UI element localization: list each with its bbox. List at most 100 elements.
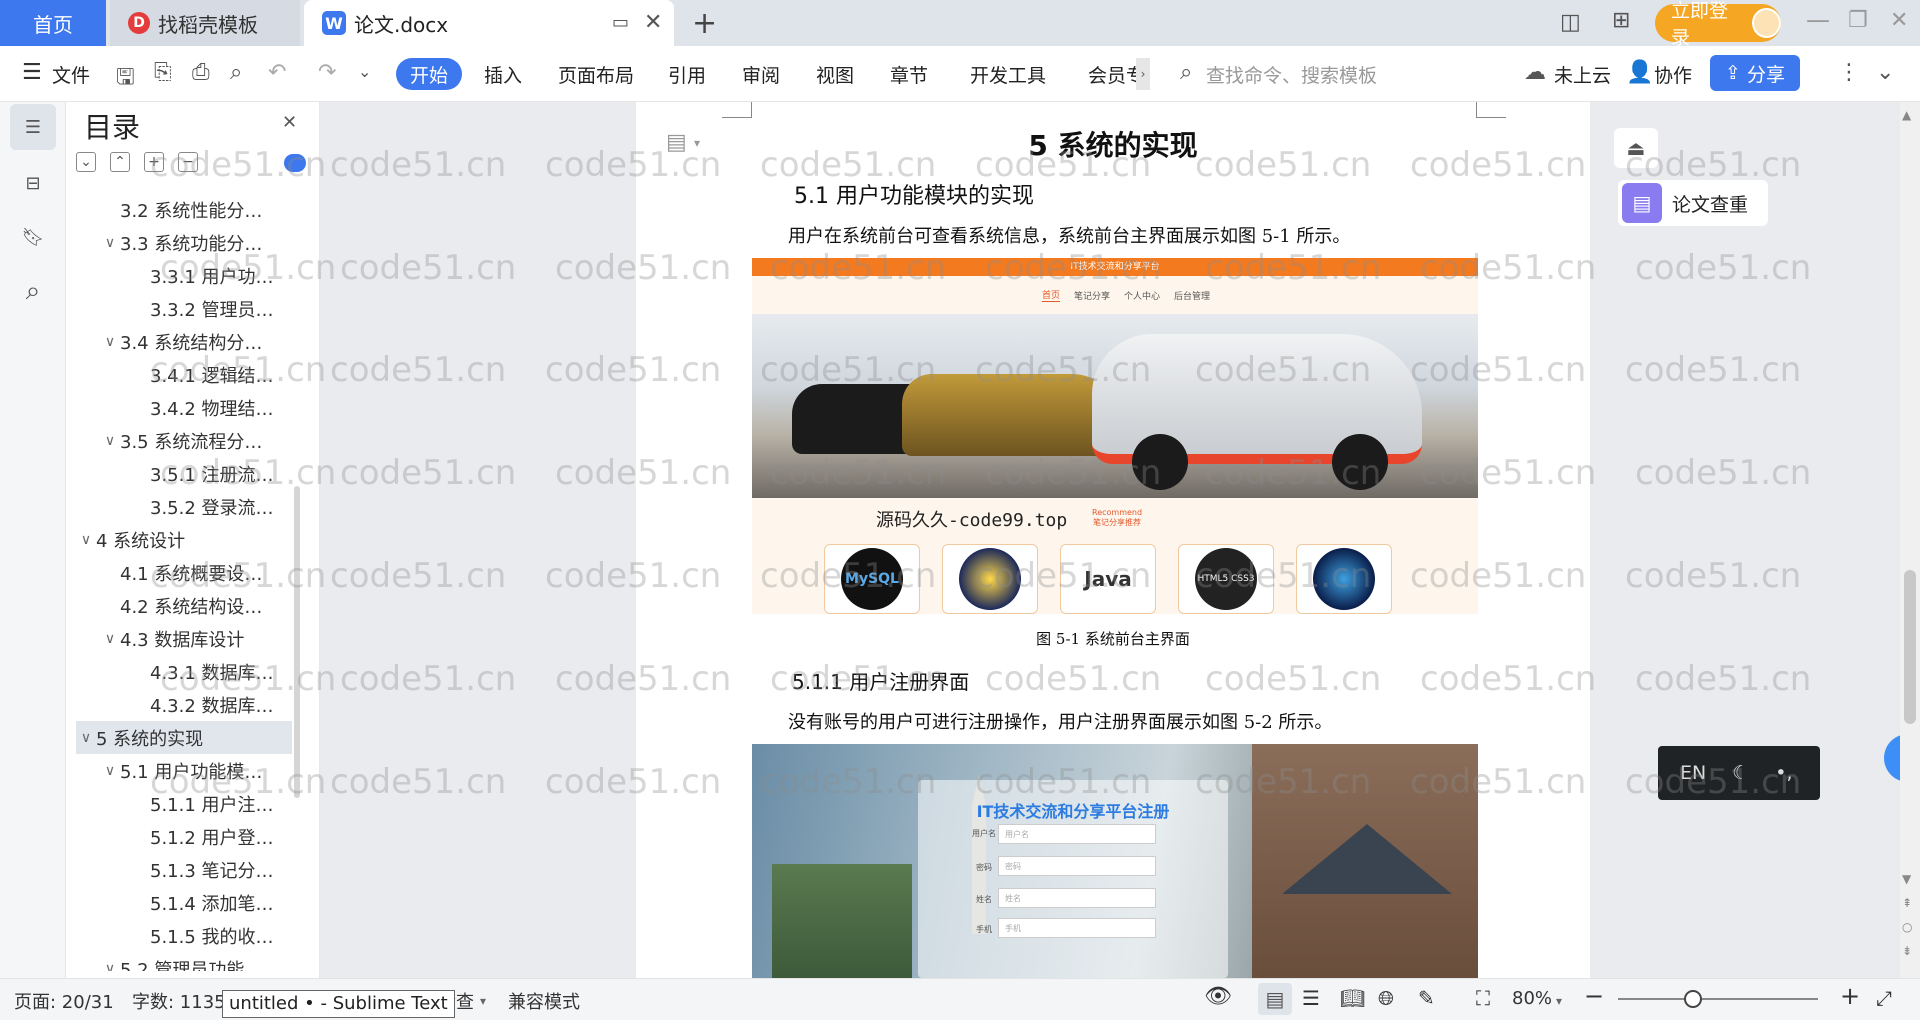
collapse-ribbon-icon[interactable]: ⌄ <box>1876 60 1894 85</box>
chevron-down-icon[interactable]: ∨ <box>100 433 120 449</box>
toc-item[interactable]: 4.3.1 数据库… <box>76 655 292 688</box>
toc-item[interactable]: 4.3.2 数据库… <box>76 688 292 721</box>
ime-toolbar[interactable]: EN ☾ •, <box>1658 746 1820 800</box>
chapter-nav-icon[interactable]: ⊟ <box>10 160 56 206</box>
find-icon[interactable]: ⌕ <box>10 268 56 314</box>
zoom-slider[interactable] <box>1618 998 1818 1000</box>
share-button[interactable]: ⇪ 分享 <box>1710 55 1800 91</box>
select-browse-icon[interactable]: ○ <box>1902 920 1912 934</box>
outline-view-icon[interactable]: ☰ <box>1302 986 1320 1010</box>
toc-item[interactable]: 3.2 系统性能分… <box>76 193 292 226</box>
chevron-down-icon[interactable]: ∨ <box>100 961 120 972</box>
status-check-dropdown-icon[interactable]: ▾ <box>480 994 486 1008</box>
toc-item[interactable]: 4.2 系统结构设… <box>76 589 292 622</box>
toc-item[interactable]: ∨ 3.3 系统功能分… <box>76 226 292 259</box>
toc-item[interactable]: 5.1.5 我的收… <box>76 919 292 952</box>
moon-icon[interactable]: ☾ <box>1732 762 1749 784</box>
close-tab-icon[interactable]: ✕ <box>644 10 662 35</box>
ai-assistant-icon[interactable] <box>284 154 306 172</box>
write-mode-icon[interactable]: ✎ <box>1418 986 1435 1010</box>
toc-scrollbar[interactable] <box>294 486 300 798</box>
toc-item[interactable]: 4.1 系统概要设… <box>76 556 292 589</box>
ime-lang[interactable]: EN <box>1680 762 1706 784</box>
tab-template[interactable]: D 找稻壳模板 <box>110 0 300 46</box>
bookmark-icon[interactable]: 🔖︎ <box>10 214 56 260</box>
print-preview-icon[interactable]: ⌕ <box>230 60 242 85</box>
toc-item[interactable]: 3.3.2 管理员… <box>76 292 292 325</box>
eject-icon[interactable]: ⏏ <box>1614 128 1658 168</box>
read-mode-icon[interactable]: 📖︎ <box>1340 986 1365 1010</box>
menu-more-icon[interactable]: › <box>1136 58 1150 90</box>
zoom-slider-thumb[interactable] <box>1684 990 1702 1008</box>
status-page[interactable]: 页面: 20/31 <box>14 988 114 1014</box>
toc-item[interactable]: ∨ 4.3 数据库设计 <box>76 622 292 655</box>
more-options-icon[interactable]: ⋮ <box>1838 60 1860 85</box>
doc-scrollbar[interactable]: ▲ ▼ ⇞ ○ ⇟ <box>1900 102 1920 978</box>
command-search-input[interactable]: 查找命令、搜索模板 <box>1206 58 1377 90</box>
close-window-icon[interactable]: ✕ <box>1890 8 1908 33</box>
save-icon[interactable]: 🖫 <box>116 60 135 98</box>
new-tab-icon[interactable]: + <box>692 6 717 41</box>
menu-view[interactable]: 视图 <box>816 58 854 90</box>
toc-item[interactable]: 5.1.4 添加笔… <box>76 886 292 919</box>
toc-close-icon[interactable]: ✕ <box>282 112 297 133</box>
menu-chapter[interactable]: 章节 <box>890 58 928 90</box>
toc-item[interactable]: ∨ 5.1 用户功能模… <box>76 754 292 787</box>
plagiarism-check-button[interactable]: ▤ 论文查重 <box>1618 180 1768 226</box>
chevron-down-icon[interactable]: ∨ <box>100 235 120 251</box>
toc-item[interactable]: 5.1.1 用户注… <box>76 787 292 820</box>
minimize-icon[interactable]: — <box>1806 6 1830 34</box>
web-view-icon[interactable]: 🌐︎ <box>1378 986 1394 1010</box>
toc-item[interactable]: ∨ 3.5 系统流程分… <box>76 424 292 457</box>
toc-item[interactable]: 3.3.1 用户功… <box>76 259 292 292</box>
collapse-all-icon[interactable]: ⌃ <box>110 152 130 172</box>
zoom-out-icon[interactable]: − <box>1584 982 1604 1010</box>
page-view-icon[interactable]: ▤ <box>1258 983 1292 1015</box>
export-icon[interactable]: ⎘ <box>154 60 172 85</box>
punctuation-icon[interactable]: •, <box>1775 762 1792 784</box>
menu-insert[interactable]: 插入 <box>484 58 522 90</box>
menu-file[interactable]: 文件 <box>52 58 90 90</box>
zoom-level[interactable]: 80% <box>1512 988 1552 1009</box>
fullscreen-icon[interactable]: ⤢ <box>1876 986 1892 1010</box>
menu-devtools[interactable]: 开发工具 <box>970 58 1046 90</box>
print-icon[interactable]: ⎙ <box>192 60 210 85</box>
toc-panel-icon[interactable]: ☰ <box>10 104 56 150</box>
prev-page-icon[interactable]: ⇞ <box>1902 896 1912 910</box>
toc-item[interactable]: ∨ 5 系统的实现 <box>76 721 292 754</box>
toc-item[interactable]: 3.5.1 注册流… <box>76 457 292 490</box>
menu-start[interactable]: 开始 <box>396 58 462 90</box>
menu-collab[interactable]: 协作 <box>1654 58 1692 90</box>
quick-access-dropdown-icon[interactable]: ⌄ <box>358 62 371 81</box>
menu-references[interactable]: 引用 <box>668 58 706 90</box>
toc-item[interactable]: ∨ 4 系统设计 <box>76 523 292 556</box>
chevron-down-icon[interactable]: ∨ <box>100 334 120 350</box>
menu-layout[interactable]: 页面布局 <box>558 58 634 90</box>
undo-icon[interactable]: ↶ <box>268 60 286 85</box>
zoom-dropdown-icon[interactable]: ▾ <box>1556 994 1562 1008</box>
apps-grid-icon[interactable]: ⊞ <box>1612 8 1630 33</box>
menu-review[interactable]: 审阅 <box>742 58 780 90</box>
tab-document[interactable]: W 论文.docx ▭ ✕ <box>304 0 674 46</box>
toc-item[interactable]: 3.4.2 物理结… <box>76 391 292 424</box>
monitor-icon[interactable]: ▭ <box>612 12 629 33</box>
status-words[interactable]: 字数: 1135 <box>132 988 226 1014</box>
toc-item[interactable]: ∨ 3.4 系统结构分… <box>76 325 292 358</box>
restore-icon[interactable]: ❐ <box>1848 8 1868 33</box>
fit-page-icon[interactable]: ⛶ <box>1476 986 1490 1010</box>
expand-all-icon[interactable]: ⌄ <box>76 152 96 172</box>
scroll-thumb[interactable] <box>1904 570 1916 724</box>
redo-icon[interactable]: ↷ <box>318 60 336 85</box>
chevron-down-icon[interactable]: ∨ <box>76 730 96 746</box>
chevron-down-icon[interactable]: ∨ <box>100 631 120 647</box>
scroll-down-icon[interactable]: ▼ <box>1902 872 1911 886</box>
zoom-in-icon[interactable]: + <box>1840 982 1860 1010</box>
next-page-icon[interactable]: ⇟ <box>1902 944 1912 958</box>
toc-item[interactable]: 5.1.2 用户登… <box>76 820 292 853</box>
chevron-down-icon[interactable]: ∨ <box>76 532 96 548</box>
add-heading-icon[interactable]: + <box>144 152 164 172</box>
toc-item[interactable]: 3.4.1 逻辑结… <box>76 358 292 391</box>
scroll-up-icon[interactable]: ▲ <box>1902 108 1911 122</box>
chevron-down-icon[interactable]: ∨ <box>100 763 120 779</box>
eye-protection-icon[interactable]: 👁︎ <box>1204 984 1232 1009</box>
